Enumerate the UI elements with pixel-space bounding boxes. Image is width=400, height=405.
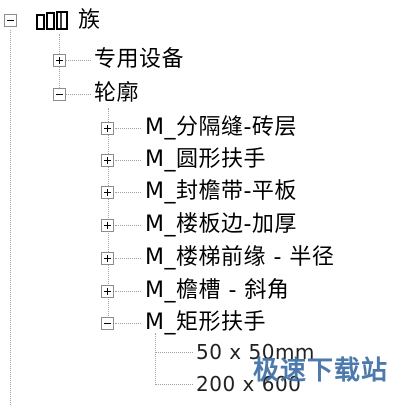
expand-button[interactable] bbox=[53, 54, 66, 67]
tree-line bbox=[115, 225, 141, 226]
tree-node-label: M_矩形扶手 bbox=[145, 310, 266, 335]
expand-button[interactable] bbox=[101, 252, 114, 265]
tree-node-specialty-equipment[interactable]: 专用设备 bbox=[94, 43, 184, 77]
tree-node-root[interactable]: 族 bbox=[78, 4, 101, 38]
tree-line bbox=[155, 384, 193, 385]
tree-line bbox=[115, 160, 141, 161]
tree-line bbox=[10, 30, 11, 405]
tree-line bbox=[115, 323, 141, 324]
tree-line bbox=[115, 192, 141, 193]
family-folder-icon bbox=[36, 11, 68, 30]
collapse-root-button[interactable] bbox=[4, 14, 17, 27]
expand-button[interactable] bbox=[101, 122, 114, 135]
expand-button[interactable] bbox=[101, 186, 114, 199]
tree-line bbox=[155, 333, 156, 385]
tree-node-profile[interactable]: M_檐槽 - 斜角 bbox=[145, 274, 289, 308]
tree-line bbox=[155, 352, 193, 353]
tree-node-profiles[interactable]: 轮廓 bbox=[94, 77, 139, 111]
tree-node-label: M_楼板边-加厚 bbox=[145, 212, 297, 237]
expand-button[interactable] bbox=[101, 285, 114, 298]
tree-node-label: M_檐槽 - 斜角 bbox=[145, 278, 290, 303]
tree-node-profile[interactable]: M_楼梯前缘 - 半径 bbox=[145, 241, 334, 275]
collapse-button[interactable] bbox=[53, 88, 66, 101]
tree-node-profile[interactable]: M_楼板边-加厚 bbox=[145, 208, 297, 242]
tree-node-label: M_封檐带-平板 bbox=[145, 179, 297, 204]
tree-node-label: M_楼梯前缘 - 半径 bbox=[145, 245, 335, 270]
tree-node-label: M_圆形扶手 bbox=[145, 147, 266, 172]
tree-line bbox=[115, 291, 141, 292]
expand-button[interactable] bbox=[101, 219, 114, 232]
tree-node-label: 轮廓 bbox=[94, 81, 140, 106]
tree-node-profile[interactable]: M_分隔缝-砖层 bbox=[145, 111, 297, 145]
collapse-button[interactable] bbox=[101, 317, 114, 330]
family-tree: 族 专用设备 轮廓 M_分隔缝-砖层 M_圆形扶手 M_封檐带-平板 M_楼板边… bbox=[0, 0, 400, 405]
tree-node-profile[interactable]: M_圆形扶手 bbox=[145, 143, 266, 177]
tree-line bbox=[115, 258, 141, 259]
tree-node-label: 族 bbox=[78, 8, 101, 33]
tree-node-profile[interactable]: M_封檐带-平板 bbox=[145, 175, 297, 209]
expand-button[interactable] bbox=[101, 154, 114, 167]
tree-line bbox=[115, 128, 141, 129]
tree-node-label: 专用设备 bbox=[94, 47, 185, 72]
watermark-text: 极速下载站 bbox=[252, 356, 388, 386]
tree-node-label: M_分隔缝-砖层 bbox=[145, 115, 297, 140]
